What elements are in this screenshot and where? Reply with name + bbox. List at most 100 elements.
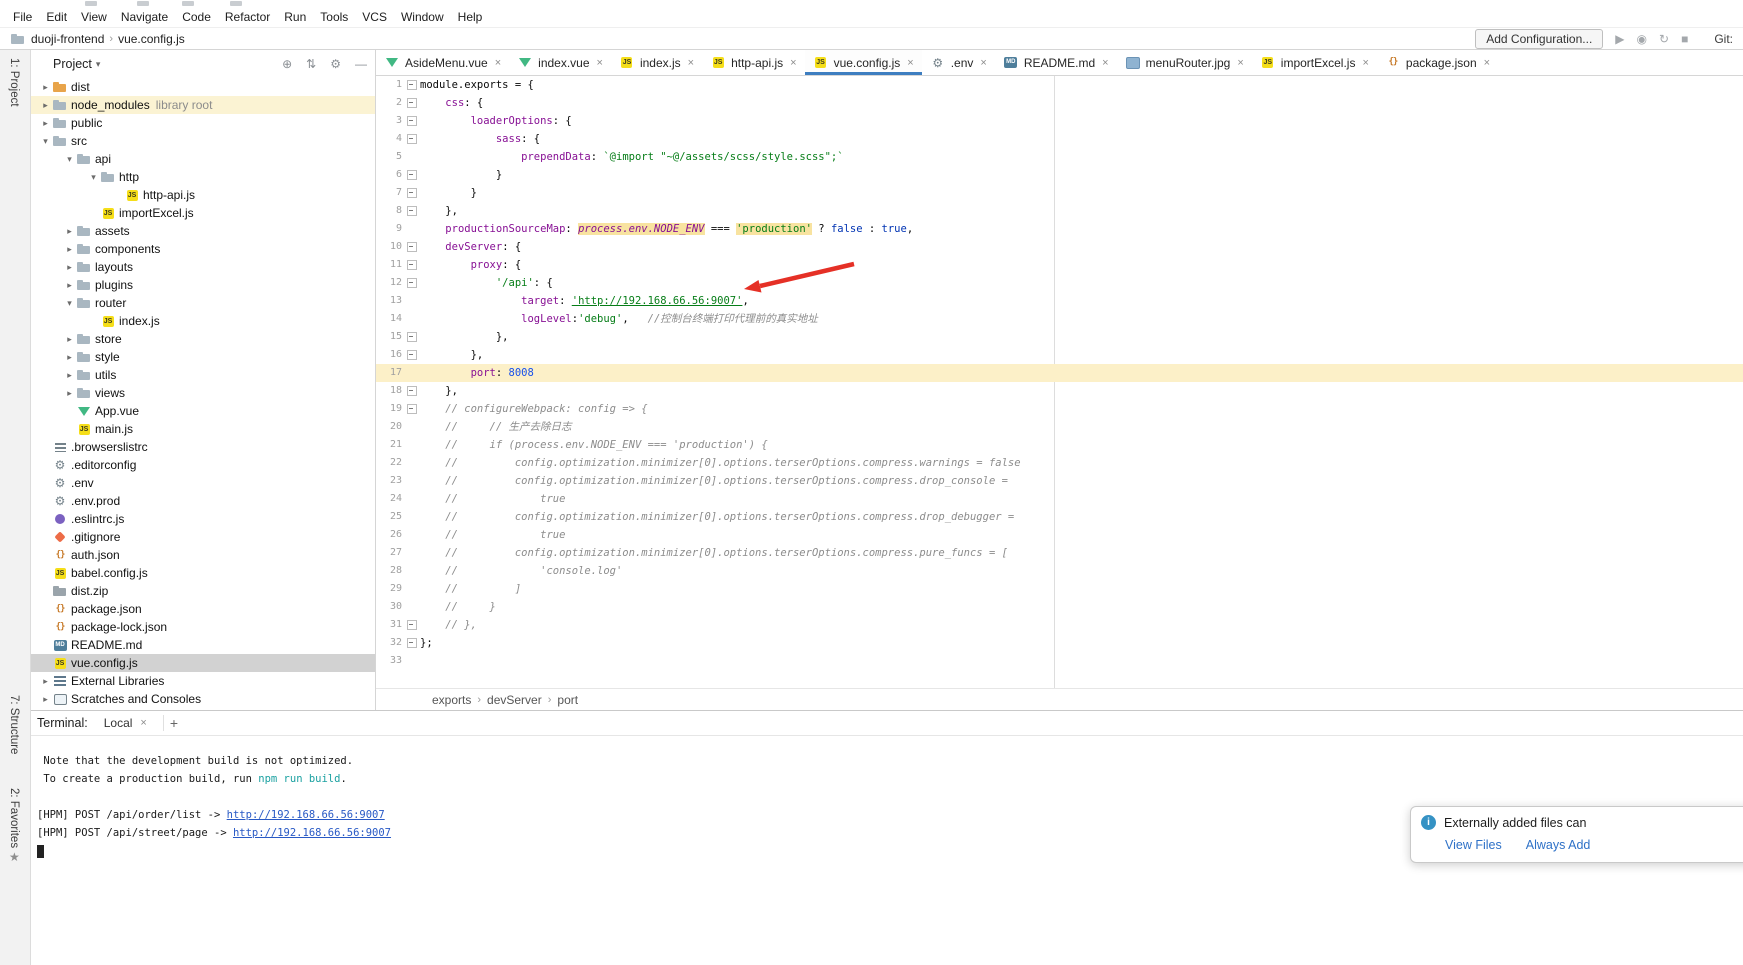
- tool-button-2-favorites[interactable]: 2: Favorites: [8, 788, 20, 848]
- fold-marker[interactable]: [402, 76, 420, 94]
- fold-marker[interactable]: [402, 112, 420, 130]
- hide-panel-icon[interactable]: —: [355, 57, 367, 71]
- tree-item-auth-json[interactable]: auth.json: [31, 546, 375, 564]
- tab-readme-md[interactable]: README.md×: [995, 50, 1117, 75]
- new-terminal-button[interactable]: +: [163, 715, 184, 731]
- tool-button-7-structure[interactable]: 7: Structure: [8, 695, 20, 754]
- close-icon[interactable]: ×: [597, 57, 603, 69]
- tree-item-http[interactable]: ▾http: [31, 168, 375, 186]
- settings-icon[interactable]: ⚙: [330, 57, 341, 71]
- fold-marker[interactable]: [402, 130, 420, 148]
- tree-item-plugins[interactable]: ▸plugins: [31, 276, 375, 294]
- chevron-right-icon[interactable]: ▸: [63, 244, 76, 255]
- close-icon[interactable]: ×: [495, 57, 501, 69]
- chevron-right-icon[interactable]: ▸: [39, 82, 52, 93]
- notification-link-always-add[interactable]: Always Add: [1526, 838, 1591, 852]
- chevron-down-icon[interactable]: ▾: [39, 136, 52, 147]
- tree-item-gitignore[interactable]: .gitignore: [31, 528, 375, 546]
- close-icon[interactable]: ×: [1237, 57, 1243, 69]
- tree-item-src[interactable]: ▾src: [31, 132, 375, 150]
- fold-marker[interactable]: [402, 184, 420, 202]
- tree-item-app-vue[interactable]: App.vue: [31, 402, 375, 420]
- breadcrumb-devserver[interactable]: devServer: [487, 693, 542, 707]
- chevron-right-icon[interactable]: ▸: [39, 118, 52, 129]
- project-view-selector[interactable]: Project ▾: [53, 57, 100, 71]
- tree-item-router[interactable]: ▾router: [31, 294, 375, 312]
- git-branch-label[interactable]: Git:: [1714, 32, 1733, 46]
- close-icon[interactable]: ×: [1484, 57, 1490, 69]
- chevron-right-icon[interactable]: ▸: [63, 388, 76, 399]
- chevron-right-icon[interactable]: ▸: [63, 370, 76, 381]
- menu-item-window[interactable]: Window: [394, 8, 451, 26]
- tree-item-api[interactable]: ▾api: [31, 150, 375, 168]
- close-icon[interactable]: ×: [1362, 57, 1368, 69]
- tree-item-utils[interactable]: ▸utils: [31, 366, 375, 384]
- fold-marker[interactable]: [402, 256, 420, 274]
- tree-item-views[interactable]: ▸views: [31, 384, 375, 402]
- tab-index-vue[interactable]: index.vue×: [509, 50, 611, 75]
- menu-item-code[interactable]: Code: [175, 8, 218, 26]
- tab-env[interactable]: .env×: [922, 50, 995, 75]
- menu-item-view[interactable]: View: [74, 8, 114, 26]
- close-icon[interactable]: ×: [1102, 57, 1108, 69]
- tree-item-assets[interactable]: ▸assets: [31, 222, 375, 240]
- debug-icon[interactable]: ◉: [1637, 33, 1647, 45]
- tree-item-env[interactable]: .env: [31, 474, 375, 492]
- chevron-right-icon[interactable]: ▸: [63, 262, 76, 273]
- terminal-link[interactable]: http://192.168.66.56:9007: [233, 827, 391, 839]
- menu-item-refactor[interactable]: Refactor: [218, 8, 277, 26]
- breadcrumb-port[interactable]: port: [557, 693, 578, 707]
- chevron-down-icon[interactable]: ▾: [63, 154, 76, 165]
- close-icon[interactable]: ×: [980, 57, 986, 69]
- tab-importexcel-js[interactable]: importExcel.js×: [1252, 50, 1377, 75]
- tree-item-scratches-and-consoles[interactable]: ▸Scratches and Consoles: [31, 690, 375, 708]
- tab-http-api-js[interactable]: http-api.js×: [702, 50, 804, 75]
- tab-package-json[interactable]: package.json×: [1377, 50, 1498, 75]
- fold-marker[interactable]: [402, 634, 420, 652]
- menu-item-edit[interactable]: Edit: [39, 8, 74, 26]
- close-icon[interactable]: ×: [790, 57, 796, 69]
- close-icon[interactable]: ×: [688, 57, 694, 69]
- tree-item-package-json[interactable]: package.json: [31, 600, 375, 618]
- fold-marker[interactable]: [402, 202, 420, 220]
- notification-link-view-files[interactable]: View Files: [1445, 838, 1502, 852]
- chevron-right-icon[interactable]: ▸: [63, 352, 76, 363]
- fold-marker[interactable]: [402, 166, 420, 184]
- breadcrumb-item-duoji-frontend[interactable]: duoji-frontend: [31, 32, 104, 46]
- tree-item-store[interactable]: ▸store: [31, 330, 375, 348]
- chevron-down-icon[interactable]: ▾: [87, 172, 100, 183]
- tree-item-components[interactable]: ▸components: [31, 240, 375, 258]
- fold-marker[interactable]: [402, 346, 420, 364]
- star-icon[interactable]: ★: [9, 850, 20, 864]
- fold-marker[interactable]: [402, 238, 420, 256]
- tree-item-dist[interactable]: ▸dist: [31, 78, 375, 96]
- tree-item-browserslistrc[interactable]: .browserslistrc: [31, 438, 375, 456]
- tab-menurouter-jpg[interactable]: menuRouter.jpg×: [1117, 50, 1252, 75]
- rerun-icon[interactable]: ↻: [1659, 33, 1669, 45]
- terminal-link[interactable]: http://192.168.66.56:9007: [227, 809, 385, 821]
- code-area[interactable]: 1module.exports = {2 css: {3 loaderOptio…: [376, 76, 1743, 688]
- tree-item-public[interactable]: ▸public: [31, 114, 375, 132]
- tree-item-vue-config-js[interactable]: vue.config.js: [31, 654, 375, 672]
- add-configuration-button[interactable]: Add Configuration...: [1475, 29, 1603, 49]
- menu-item-run[interactable]: Run: [277, 8, 313, 26]
- tab-index-js[interactable]: index.js×: [611, 50, 702, 75]
- tree-item-env-prod[interactable]: .env.prod: [31, 492, 375, 510]
- fold-marker[interactable]: [402, 616, 420, 634]
- fold-marker[interactable]: [402, 94, 420, 112]
- menu-item-vcs[interactable]: VCS: [355, 8, 394, 26]
- tree-item-index-js[interactable]: index.js: [31, 312, 375, 330]
- chevron-right-icon[interactable]: ▸: [63, 226, 76, 237]
- fold-marker[interactable]: [402, 400, 420, 418]
- tool-button-1-project[interactable]: 1: Project: [8, 58, 20, 107]
- fold-marker[interactable]: [402, 274, 420, 292]
- chevron-right-icon[interactable]: ▸: [39, 100, 52, 111]
- chevron-right-icon[interactable]: ▸: [63, 334, 76, 345]
- tree-item-importexcel-js[interactable]: importExcel.js: [31, 204, 375, 222]
- tree-item-http-api-js[interactable]: http-api.js: [31, 186, 375, 204]
- stop-icon[interactable]: ■: [1681, 33, 1688, 45]
- chevron-right-icon[interactable]: ▸: [39, 694, 52, 705]
- menu-item-navigate[interactable]: Navigate: [114, 8, 175, 26]
- tree-item-readme-md[interactable]: README.md: [31, 636, 375, 654]
- tree-item-external-libraries[interactable]: ▸External Libraries: [31, 672, 375, 690]
